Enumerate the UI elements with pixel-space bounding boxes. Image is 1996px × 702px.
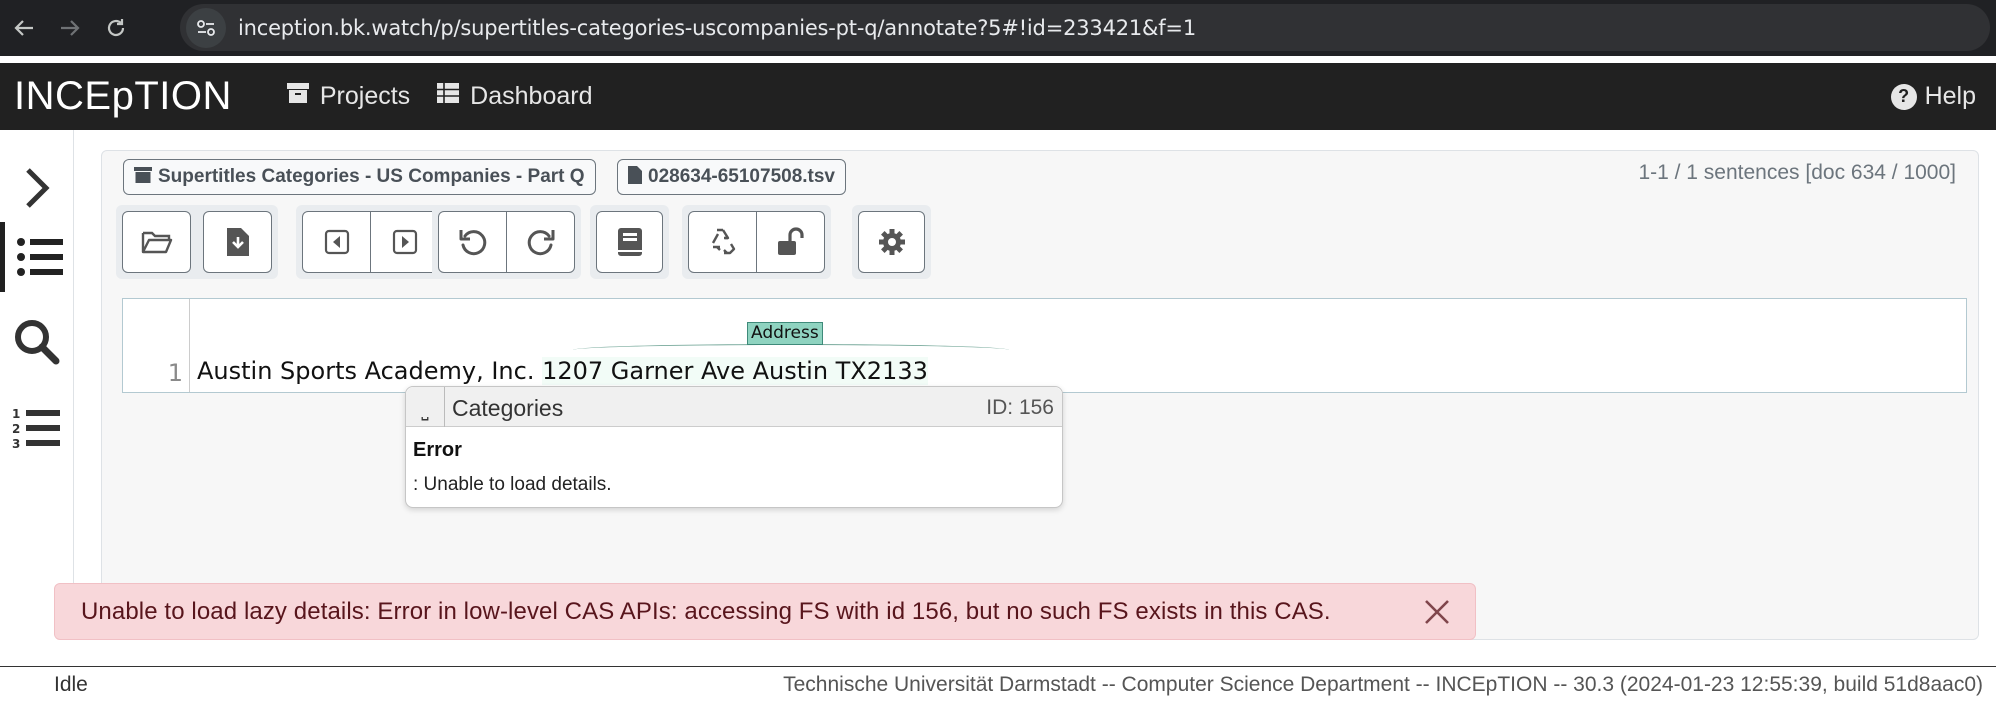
svg-text:3: 3	[12, 437, 20, 451]
finish-document-button[interactable]	[756, 211, 825, 273]
toolbar-navigation-group	[296, 205, 445, 279]
dashboard-label: Dashboard	[470, 82, 593, 110]
popover-header: ⎵ Categories ID: 156	[406, 387, 1062, 427]
redo-button[interactable]	[506, 211, 575, 273]
svg-text:2: 2	[12, 422, 20, 436]
footer: Idle Technische Universität Darmstadt --…	[0, 666, 1996, 702]
help-link[interactable]: ? Help	[1890, 82, 1976, 111]
annotation-label-address[interactable]: Address	[747, 322, 823, 345]
help-label: Help	[1924, 82, 1976, 110]
project-badge[interactable]: Supertitles Categories - US Companies - …	[123, 159, 596, 195]
popover-id: ID: 156	[986, 396, 1054, 419]
sentence-annotated-span[interactable]: 1207 Garner Ave Austin TX2133	[542, 357, 928, 385]
file-icon	[628, 165, 642, 189]
document-badge[interactable]: 028634-65107508.tsv	[617, 159, 847, 195]
toolbar-workflow-group	[682, 205, 831, 279]
popover-title: Categories	[452, 395, 564, 421]
annotation-editor[interactable]: 1 Address Austin Sports Academy, Inc. 12…	[122, 298, 1967, 393]
settings-button[interactable]	[858, 211, 925, 273]
reset-document-button[interactable]	[688, 211, 757, 273]
guidelines-icon	[617, 228, 642, 256]
guidelines-button[interactable]	[596, 211, 663, 273]
archive-icon	[286, 82, 310, 111]
dashboard-link[interactable]: Dashboard	[436, 82, 592, 111]
alert-message: Unable to load lazy details: Error in lo…	[81, 597, 1331, 625]
open-document-button[interactable]	[122, 211, 191, 273]
popover-error-title: Error	[413, 439, 462, 461]
document-name: 028634-65107508.tsv	[648, 166, 836, 187]
redo-icon	[527, 230, 554, 256]
undo-icon	[459, 230, 486, 256]
line-number: 1	[167, 359, 183, 387]
unlock-icon	[777, 227, 804, 255]
sentence-info: 1-1 / 1 sentences [doc 634 / 1000]	[1638, 161, 1956, 184]
forward-icon[interactable]	[48, 6, 92, 50]
status-text: Idle	[54, 673, 88, 696]
toolbar-guidelines-group	[590, 205, 669, 279]
sidebar-expand[interactable]	[0, 153, 74, 223]
popover-error-message: : Unable to load details.	[413, 474, 612, 495]
footer-info: Technische Universität Darmstadt -- Comp…	[783, 673, 1983, 696]
table-icon	[436, 82, 460, 111]
sidebar-item-recommendations[interactable]: 123	[0, 394, 74, 464]
toolbar-history-group	[432, 205, 581, 279]
prev-document-button[interactable]	[302, 211, 371, 273]
next-doc-icon	[392, 229, 417, 255]
search-icon	[15, 320, 60, 365]
export-icon	[226, 228, 249, 256]
open-folder-icon	[141, 231, 172, 254]
app-navbar: INCEpTION Projects Dashboard ? Help	[0, 63, 1996, 130]
browser-toolbar: inception.bk.watch/p/supertitles-categor…	[0, 0, 1996, 56]
projects-label: Projects	[319, 82, 411, 110]
svg-text:1: 1	[12, 407, 20, 421]
ordered-list-icon: 123	[12, 407, 60, 451]
pin-icon[interactable]: ⎵	[406, 387, 445, 427]
chevron-right-icon	[26, 168, 50, 208]
next-document-button[interactable]	[370, 211, 439, 273]
line-gutter: 1	[123, 299, 190, 392]
sidebar-item-search[interactable]	[0, 307, 74, 377]
archive-icon	[134, 166, 152, 188]
sidebar: 123	[0, 130, 74, 640]
annotation-popover: ⎵ Categories ID: 156 Error : Unable to l…	[405, 386, 1063, 508]
prev-doc-icon	[324, 229, 349, 255]
close-icon[interactable]	[1421, 596, 1453, 628]
brand-logo[interactable]: INCEpTION	[14, 74, 232, 119]
address-bar[interactable]: inception.bk.watch/p/supertitles-categor…	[180, 4, 1990, 51]
recycle-icon	[711, 228, 735, 255]
settings-icon	[878, 229, 905, 255]
sentence-plain[interactable]: Austin Sports Academy, Inc.	[197, 357, 542, 385]
project-name: Supertitles Categories - US Companies - …	[158, 166, 585, 187]
annotation-span-curve	[573, 344, 1009, 356]
back-icon[interactable]	[2, 6, 46, 50]
tune-icon[interactable]	[186, 7, 226, 48]
export-button[interactable]	[203, 211, 272, 273]
url-text[interactable]: inception.bk.watch/p/supertitles-categor…	[238, 16, 1196, 40]
list-icon	[16, 238, 63, 276]
sentence-text[interactable]: Austin Sports Academy, Inc. 1207 Garner …	[197, 357, 928, 385]
toolbar-settings-group	[852, 205, 931, 279]
undo-button[interactable]	[438, 211, 507, 273]
error-alert: Unable to load lazy details: Error in lo…	[54, 583, 1476, 640]
reload-icon[interactable]	[94, 6, 138, 50]
toolbar-document-group	[116, 205, 278, 279]
question-circle-icon: ?	[1890, 83, 1917, 110]
sidebar-item-annotations[interactable]	[0, 222, 74, 292]
projects-link[interactable]: Projects	[286, 82, 410, 111]
